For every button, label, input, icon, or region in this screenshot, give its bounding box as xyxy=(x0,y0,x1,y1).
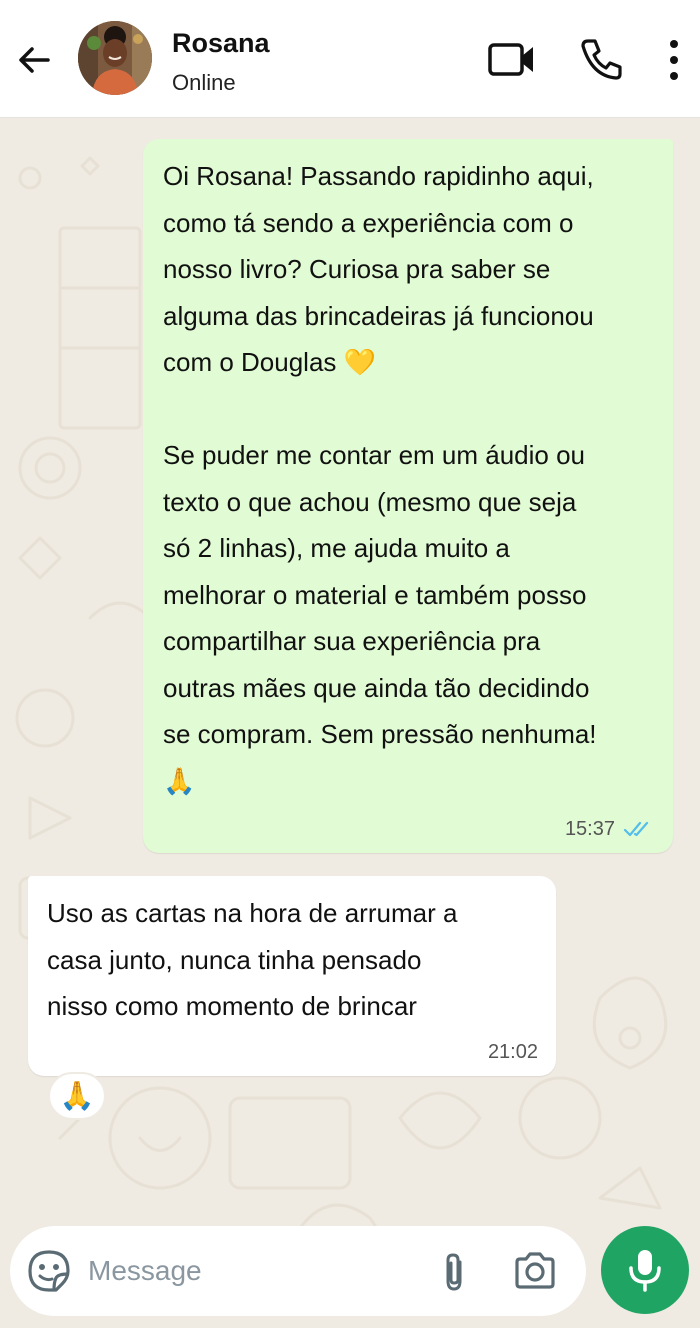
mic-icon xyxy=(629,1250,661,1292)
phone-icon xyxy=(581,39,622,80)
outgoing-message-bubble[interactable]: Oi Rosana! Passando rapidinho aqui, como… xyxy=(143,139,673,853)
video-call-icon xyxy=(488,43,533,76)
contact-name[interactable]: Rosana xyxy=(172,28,270,59)
camera-button[interactable] xyxy=(512,1250,558,1292)
contact-status: Online xyxy=(172,70,236,95)
more-vert-icon xyxy=(670,40,678,80)
double-check-icon xyxy=(623,821,649,837)
message-input[interactable] xyxy=(88,1246,418,1296)
back-button[interactable] xyxy=(12,38,56,82)
message-timestamp: 15:37 xyxy=(564,818,615,840)
reaction-emoji: 🙏 xyxy=(59,1080,95,1111)
video-call-button[interactable] xyxy=(486,38,538,82)
more-options-button[interactable] xyxy=(660,36,688,84)
message-text: Uso as cartas na hora de arrumar a casa … xyxy=(47,898,458,1021)
camera-icon xyxy=(515,1252,555,1289)
message-text: Oi Rosana! Passando rapidinho aqui, como… xyxy=(163,161,597,796)
message-timestamp: 21:02 xyxy=(487,1041,538,1063)
voice-message-button[interactable] xyxy=(601,1226,689,1314)
incoming-message-bubble[interactable]: Uso as cartas na hora de arrumar a casa … xyxy=(28,876,556,1076)
chat-area[interactable]: Oi Rosana! Passando rapidinho aqui, como… xyxy=(0,118,700,1328)
sticker-button[interactable] xyxy=(26,1248,72,1294)
message-composer xyxy=(10,1226,586,1316)
paperclip-icon xyxy=(446,1253,462,1291)
sticker-icon xyxy=(28,1250,70,1292)
back-arrow-icon xyxy=(19,47,50,73)
chat-header: Rosana Online xyxy=(0,0,700,118)
voice-call-button[interactable] xyxy=(578,36,624,82)
attach-button[interactable] xyxy=(436,1250,472,1294)
avatar[interactable] xyxy=(78,21,152,95)
contact-photo xyxy=(78,21,152,95)
message-reaction[interactable]: 🙏 xyxy=(48,1072,106,1120)
